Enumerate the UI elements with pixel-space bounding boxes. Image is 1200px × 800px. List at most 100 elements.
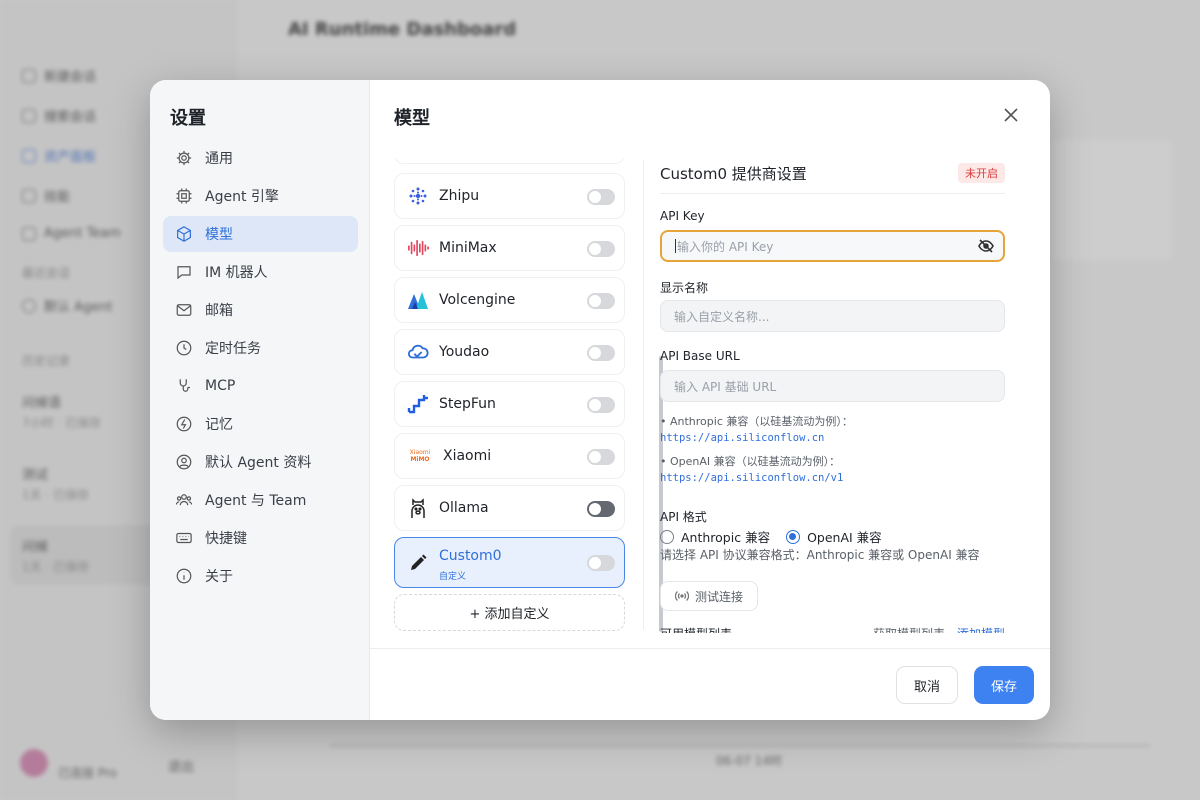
pencil-icon [407,552,429,574]
radio-openai[interactable] [786,529,801,544]
provider-settings-form: Custom0 提供商设置 未开启 API Key 输入你的 API Key 显… [660,158,1005,633]
nav-item-label: 定时任务 [205,341,261,357]
provider-item-minimax[interactable]: MiniMax [394,225,625,271]
nav-item-models[interactable]: 模型 [163,216,358,252]
signal-icon [675,591,689,601]
eye-off-icon[interactable] [978,239,994,253]
form-title: Custom0 提供商设置 [660,165,807,183]
nav-item-shortcuts[interactable]: 快捷键 [163,520,358,556]
display-name-label: 显示名称 [660,281,709,295]
provider-name: Custom0 [439,547,502,564]
nav-item-label: Agent 引擎 [205,189,279,205]
nav-item-about[interactable]: 关于 [163,558,358,594]
display-name-input[interactable]: 输入自定义名称... [660,300,1005,332]
provider-item[interactable] [394,158,625,164]
api-format-hint: 请选择 API 协议兼容格式：Anthropic 兼容或 OpenAI 兼容 [660,548,980,562]
provider-toggle[interactable] [587,345,615,361]
divider [660,193,1005,194]
cpu-icon [176,188,192,204]
provider-toggle[interactable] [587,397,615,413]
provider-item-youdao[interactable]: Youdao [394,329,625,375]
nav-item-mail[interactable]: 邮箱 [163,292,358,328]
close-icon[interactable] [1002,106,1020,124]
display-name-placeholder: 输入自定义名称... [674,309,770,324]
nav-item-agent-engine[interactable]: Agent 引擎 [163,178,358,214]
nav-item-im-bot[interactable]: IM 机器人 [163,254,358,290]
xiaomi-mimo-logo-icon: Xiaomi MiMO [409,449,431,463]
mail-icon [176,304,192,316]
settings-dialog: 设置 通用 Agent 引擎 模型 IM 机器人 邮箱 定时任务 MCP 记忆 … [150,80,1050,720]
stepfun-logo-icon [407,393,429,415]
add-model-button[interactable]: 添加模型 [957,625,1005,633]
volcengine-logo-icon [407,289,429,311]
plug-icon [179,379,190,392]
nav-item-default-agent-profile[interactable]: 默认 Agent 资料 [163,444,358,480]
youdao-logo-icon [407,341,429,363]
minimax-logo-icon [407,237,429,259]
zhipu-logo-icon [407,185,429,207]
provider-name: Ollama [439,500,489,516]
models-panel: 模型 Zhipu MiniMax Volcengine Youdao StepF… [370,80,1050,720]
nav-item-label: 模型 [205,227,233,243]
nav-item-label: 快捷键 [205,531,247,547]
cancel-button[interactable]: 取消 [896,666,958,704]
radio-anthropic-label[interactable]: Anthropic 兼容 [681,527,770,546]
provider-sub: 自定义 [439,572,467,582]
api-format-options: Anthropic 兼容 OpenAI 兼容 [660,527,882,546]
nav-item-label: 记忆 [205,417,233,433]
nav-item-label: 邮箱 [205,303,233,319]
add-custom-provider-button[interactable]: + 添加自定义 [394,594,625,631]
chat-bubble-icon [177,266,191,280]
info-icon [176,568,192,584]
api-key-placeholder: 输入你的 API Key [677,239,774,254]
hint-anthropic: • Anthropic 兼容（以硅基流动为例）：https://api.sili… [660,415,853,444]
provider-toggle[interactable] [587,501,615,517]
provider-item-zhipu[interactable]: Zhipu [394,173,625,219]
provider-toggle[interactable] [587,241,615,257]
nav-item-memory[interactable]: 记忆 [163,406,358,442]
nav-item-scheduled-tasks[interactable]: 定时任务 [163,330,358,366]
nav-item-general[interactable]: 通用 [163,140,358,176]
test-connection-label: 测试连接 [695,589,744,604]
provider-name: MiniMax [439,240,497,256]
nav-item-label: 关于 [205,569,233,585]
provider-item-ollama[interactable]: Ollama [394,485,625,531]
available-models-row: 可用模型列表 获取模型列表 添加模型 [660,625,1005,633]
radio-anthropic[interactable] [660,529,674,544]
provider-toggle[interactable] [587,555,615,571]
api-format-label: API 格式 [660,510,707,524]
provider-item-volcengine[interactable]: Volcengine [394,277,625,323]
team-icon [175,494,193,506]
provider-name: StepFun [439,396,496,412]
radio-openai-label[interactable]: OpenAI 兼容 [807,527,882,546]
base-url-input[interactable]: 输入 API 基础 URL [660,370,1005,402]
provider-item-stepfun[interactable]: StepFun [394,381,625,427]
hint-openai-url[interactable]: https://api.siliconflow.cn/v1 [660,472,843,484]
clock-icon [176,340,192,356]
test-connection-button[interactable]: 测试连接 [660,581,759,611]
available-models-label: 可用模型列表 [660,625,732,633]
provider-name: Zhipu [439,188,480,204]
nav-item-label: 通用 [205,151,233,167]
provider-toggle[interactable] [587,189,615,205]
provider-toggle[interactable] [587,449,615,465]
provider-toggle[interactable] [587,293,615,309]
nav-item-mcp[interactable]: MCP [163,368,358,404]
dialog-footer: 取消 保存 [370,648,1050,720]
hint-anthropic-url[interactable]: https://api.siliconflow.cn [660,432,824,444]
nav-item-label: IM 机器人 [205,265,268,281]
text-caret [675,239,676,253]
api-key-input[interactable]: 输入你的 API Key [660,230,1005,262]
settings-nav: 设置 通用 Agent 引擎 模型 IM 机器人 邮箱 定时任务 MCP 记忆 … [150,80,370,720]
provider-item-xiaomi[interactable]: Xiaomi MiMO Xiaomi [394,433,625,479]
save-button[interactable]: 保存 [974,666,1034,704]
fetch-models-button[interactable]: 获取模型列表 [873,625,945,633]
provider-item-custom0[interactable]: Custom0 自定义 [394,537,625,588]
nav-item-agent-team[interactable]: Agent 与 Team [163,482,358,518]
base-url-label: API Base URL [660,349,740,363]
nav-item-label: Agent 与 Team [205,493,307,509]
provider-name: Xiaomi [443,448,492,464]
provider-list: Zhipu MiniMax Volcengine Youdao StepFun … [394,158,626,633]
ollama-logo-icon [407,497,429,519]
panel-title: 模型 [394,108,430,129]
